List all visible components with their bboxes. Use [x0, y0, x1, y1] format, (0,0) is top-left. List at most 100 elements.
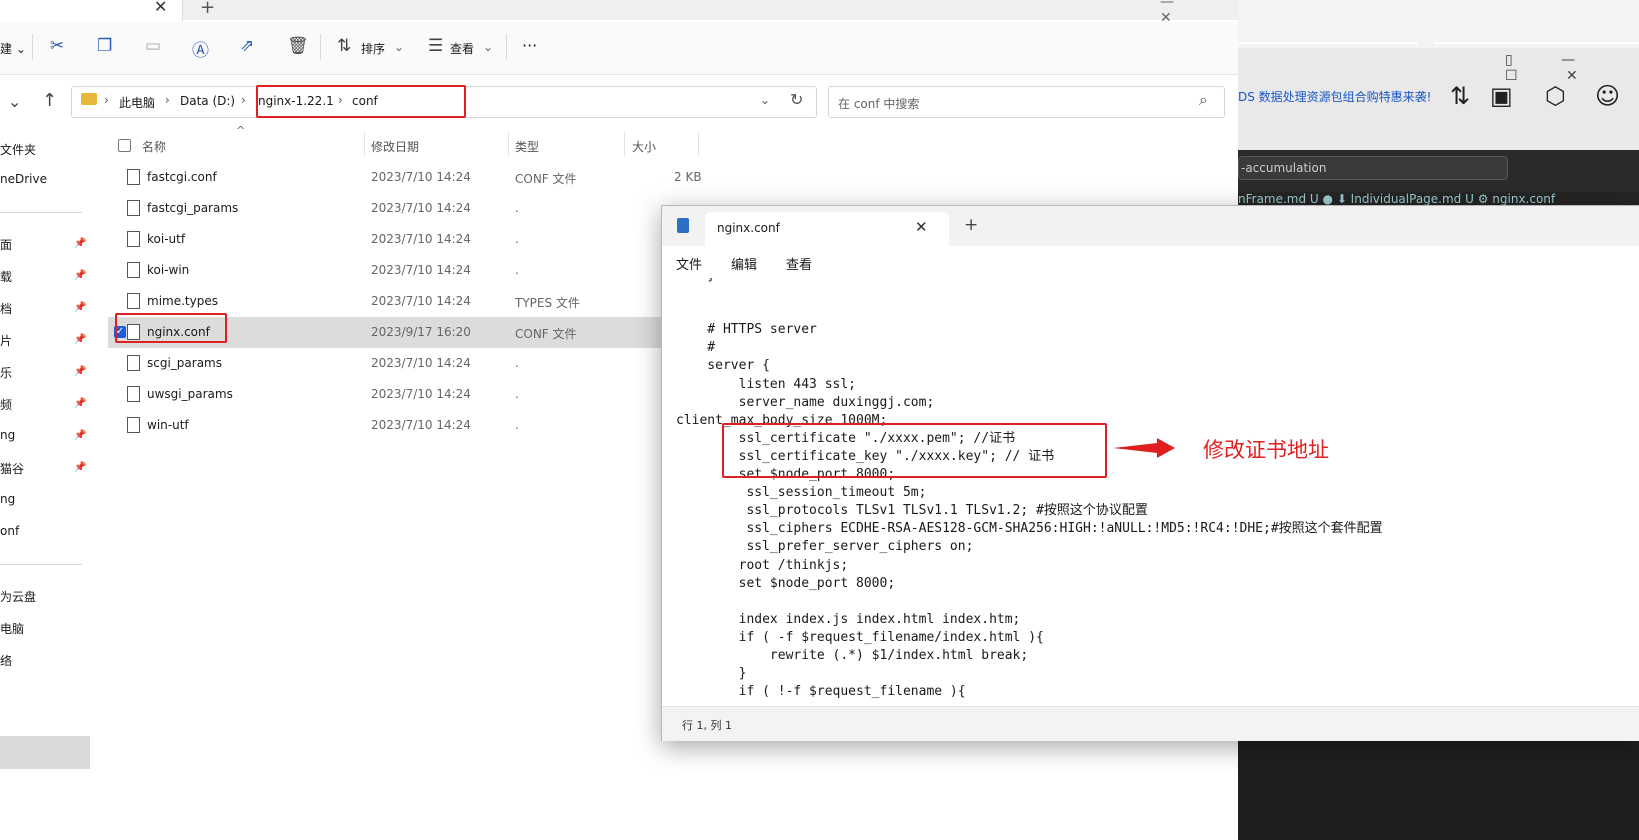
file-name: uwsgi_params	[147, 387, 233, 401]
sidebar-item[interactable]: 片	[0, 332, 12, 349]
background-promo-text[interactable]: DS 数据处理资源包组合购特惠来袭!	[1238, 88, 1431, 105]
close-icon[interactable]: ✕	[154, 0, 167, 16]
column-divider[interactable]	[508, 132, 509, 156]
cut-icon[interactable]: ✂	[50, 36, 64, 56]
sidebar-item[interactable]: 面	[0, 236, 12, 253]
view-button[interactable]: 查看	[450, 40, 474, 57]
file-row[interactable]: koi-utf 2023/7/10 14:24 .	[108, 224, 668, 255]
pin-icon: 📌	[74, 366, 87, 377]
rename-icon[interactable]: Ⓐ	[192, 36, 209, 61]
pin-icon: 📌	[74, 270, 87, 281]
file-row[interactable]: koi-win 2023/7/10 14:24 .	[108, 255, 668, 286]
file-row[interactable]: win-utf 2023/7/10 14:24 .	[108, 410, 668, 441]
refresh-icon[interactable]: ↻	[790, 90, 803, 109]
view-icon[interactable]: ☰	[428, 36, 443, 56]
chevron-right-icon[interactable]: ›	[104, 93, 109, 107]
new-tab-button[interactable]: +	[964, 215, 978, 235]
file-date: 2023/7/10 14:24	[371, 294, 471, 308]
column-header-type[interactable]: 类型	[515, 138, 539, 155]
sidebar-item[interactable]: ng	[0, 428, 15, 442]
toolbar-divider	[32, 34, 33, 60]
share-icon[interactable]: ⇗	[240, 36, 254, 56]
settings-icon[interactable]: ⬡	[1545, 82, 1566, 110]
new-tab-button[interactable]: +	[200, 0, 215, 18]
chevron-right-icon[interactable]: ›	[241, 93, 246, 107]
file-date: 2023/9/17 16:20	[371, 325, 471, 339]
copy-icon[interactable]: ❐	[97, 36, 112, 56]
column-divider[interactable]	[364, 132, 365, 156]
sidebar-item[interactable]: 猫谷	[0, 460, 24, 477]
background-editor-search[interactable]: -accumulation	[1238, 156, 1508, 180]
sidebar-item[interactable]: 频	[0, 396, 12, 413]
sidebar-item[interactable]: neDrive	[0, 172, 47, 186]
file-name: fastcgi.conf	[147, 170, 217, 184]
file-row[interactable]: scgi_params 2023/7/10 14:24 .	[108, 348, 668, 379]
file-row[interactable]: fastcgi.conf 2023/7/10 14:24 CONF 文件 2 K…	[108, 162, 702, 193]
background-editor-tabs[interactable]: nFrame.md U ● ⬇ IndividualPage.md U ⚙ ng…	[1238, 192, 1639, 206]
sidebar-item-this-pc[interactable]: 电脑	[0, 620, 24, 637]
sidebar-item[interactable]: 档	[0, 300, 12, 317]
briefcase-icon[interactable]: ▣	[1490, 82, 1513, 110]
chevron-right-icon[interactable]: ›	[165, 93, 170, 107]
new-dropdown-fragment[interactable]: 建 ⌄	[0, 40, 26, 57]
sidebar-divider	[0, 564, 82, 565]
file-icon	[127, 231, 140, 247]
close-icon[interactable]: ✕	[915, 218, 928, 236]
sidebar-item[interactable]: onf	[0, 524, 19, 538]
file-icon	[127, 200, 140, 216]
sidebar-item[interactable]: 络	[0, 652, 12, 669]
search-input[interactable]: 在 conf 中搜索 ⌕	[828, 86, 1225, 118]
sidebar-item[interactable]: ng	[0, 492, 15, 506]
file-name: win-utf	[147, 418, 189, 432]
breadcrumb-data-drive[interactable]: Data (D:)	[180, 94, 235, 108]
column-divider[interactable]	[698, 132, 699, 156]
file-name: koi-win	[147, 263, 190, 277]
column-divider[interactable]	[624, 132, 625, 156]
file-type: .	[515, 356, 519, 370]
file-date: 2023/7/10 14:24	[371, 263, 471, 277]
column-header-size[interactable]: 大小	[632, 138, 656, 155]
file-row[interactable]: fastcgi_params 2023/7/10 14:24 .	[108, 193, 668, 224]
file-type: .	[515, 418, 519, 432]
annotation-highlight-file	[115, 313, 227, 343]
file-name: mime.types	[147, 294, 218, 308]
file-row[interactable]: uwsgi_params 2023/7/10 14:24 .	[108, 379, 668, 410]
sidebar-item[interactable]: 乐	[0, 364, 12, 381]
notepad-tab[interactable]: nginx.conf ✕	[705, 212, 949, 246]
navigation-pane: 文件夹 neDrive 面 📌 载 📌 档 📌 片 📌 乐 📌 频 📌 ng 📌 猫谷 📌 ng…	[0, 124, 92, 840]
paste-icon[interactable]: ▭	[145, 36, 161, 56]
code-text[interactable]: } # HTTPS server # server { listen 443 s…	[676, 278, 1383, 701]
sort-icon[interactable]: ⇅	[337, 36, 351, 56]
column-header-date[interactable]: 修改日期	[371, 138, 419, 155]
more-options-button[interactable]: ···	[522, 36, 537, 55]
text-editor-area[interactable]: } # HTTPS server # server { listen 443 s…	[662, 278, 1639, 706]
up-arrow-icon[interactable]: ↑	[42, 90, 57, 111]
sidebar-item[interactable]: 载	[0, 268, 12, 285]
menu-edit[interactable]: 编辑	[731, 254, 757, 273]
annotation-highlight-certificate	[722, 423, 1107, 478]
sort-button[interactable]: 排序	[361, 40, 385, 57]
chevron-down-icon[interactable]: ⌄	[8, 92, 21, 111]
select-all-checkbox[interactable]	[118, 139, 131, 152]
file-type: CONF 文件	[515, 172, 577, 186]
explorer-toolbar: 建 ⌄ ✂ ❐ ▭ Ⓐ ⇗ 🗑 ⇅ 排序 ⌄ ☰ 查看 ⌄ ···	[0, 22, 1238, 75]
chevron-down-icon: ⌄	[483, 40, 494, 54]
user-icon[interactable]: ☺	[1595, 82, 1620, 110]
file-size: 2 KB	[674, 170, 702, 184]
explorer-tab[interactable]: ✕	[0, 0, 183, 21]
sidebar-item[interactable]: 为云盘	[0, 588, 36, 605]
menu-file[interactable]: 文件	[676, 254, 702, 273]
column-header-name[interactable]: 名称	[142, 138, 166, 155]
sort-vertical-icon[interactable]: ⇅	[1450, 82, 1470, 110]
file-icon	[127, 417, 140, 433]
pin-icon: 📌	[74, 398, 87, 409]
search-icon[interactable]: ⌕	[1199, 90, 1208, 110]
background-input-line	[1434, 42, 1639, 44]
pin-icon: 📌	[74, 238, 87, 249]
breadcrumb-this-pc[interactable]: 此电脑	[119, 94, 155, 111]
chevron-down-icon[interactable]: ⌄	[760, 93, 770, 107]
menu-view[interactable]: 查看	[786, 254, 812, 273]
sidebar-item[interactable]: 文件夹	[0, 141, 36, 158]
delete-icon[interactable]: 🗑	[287, 36, 309, 56]
file-type: .	[515, 263, 519, 277]
